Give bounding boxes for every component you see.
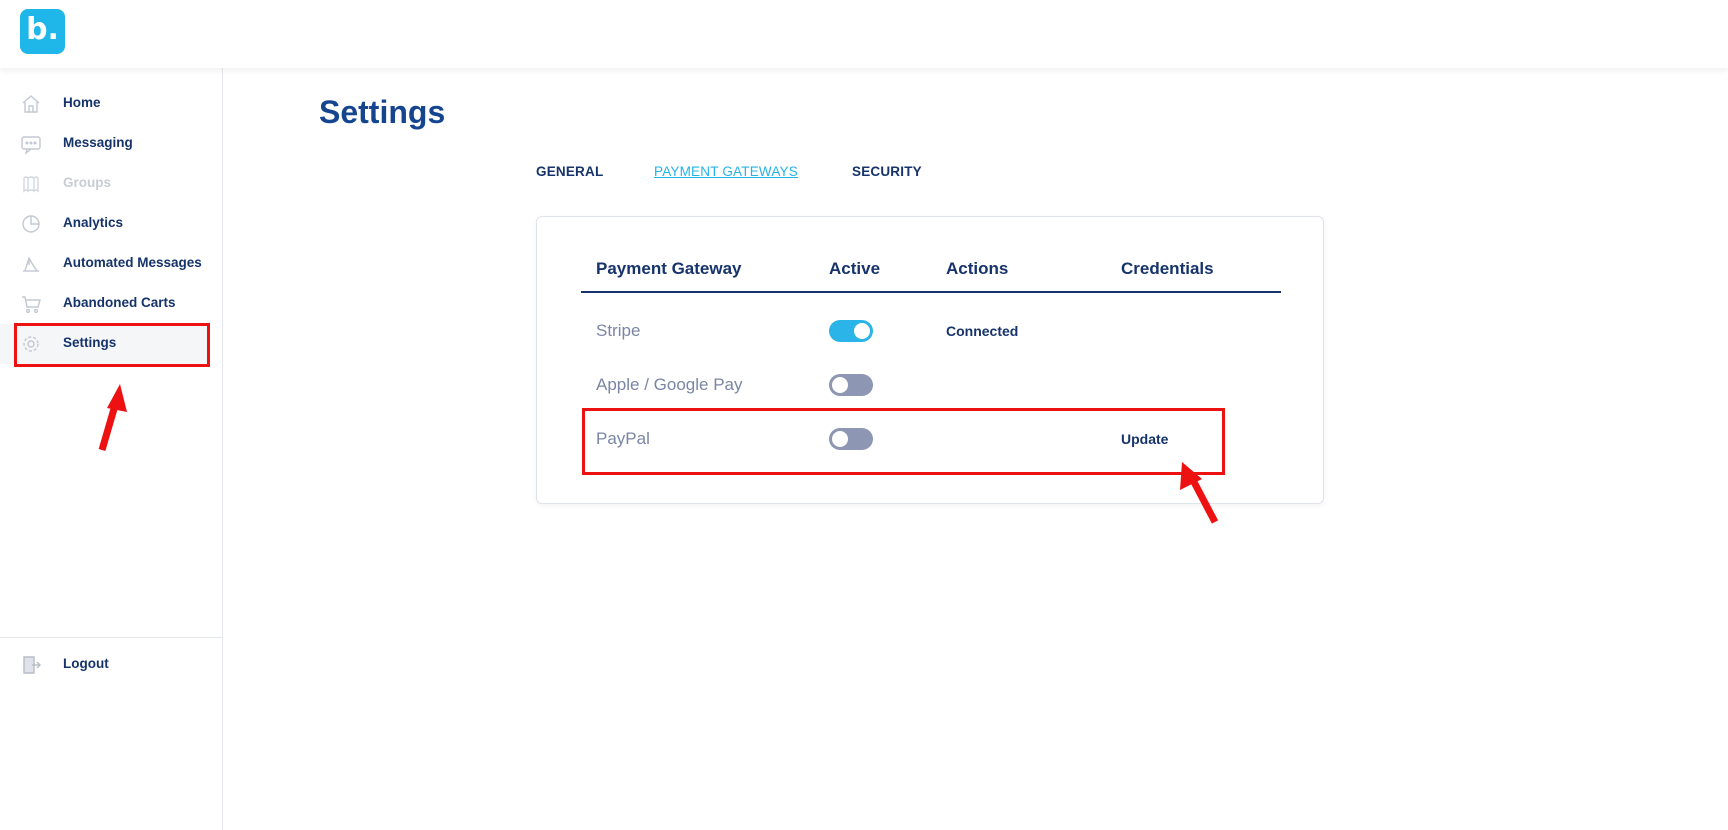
gateway-name-stripe: Stripe [596,321,641,340]
column-header-active: Active [829,259,881,278]
sidebar-item-messaging[interactable]: Messaging [0,124,210,164]
sidebar-item-label: Abandoned Carts [63,295,176,310]
sidebar-item-abandoned-carts[interactable]: Abandoned Carts [0,284,210,324]
header-divider [581,291,1281,293]
toggle-knob [832,377,848,393]
sidebar-item-home[interactable]: Home [0,84,210,124]
logout-button[interactable]: Logout [0,645,210,685]
sidebar-item-automated-messages[interactable]: Automated Messages [0,244,210,284]
sidebar-item-groups[interactable]: Groups [0,164,210,204]
automation-icon [23,256,39,272]
top-bar: b. [0,0,1728,68]
tab-general[interactable]: GENERAL [536,164,603,179]
app-logo[interactable]: b. [20,9,65,54]
cart-icon [22,296,41,314]
sidebar-item-label: Analytics [63,215,124,230]
gateway-name-apple-google-pay: Apple / Google Pay [596,375,743,394]
sidebar-item-label: Automated Messages [63,255,202,270]
tab-security[interactable]: SECURITY [852,164,922,179]
settings-highlight-box [14,323,210,367]
stripe-active-toggle[interactable] [829,320,873,342]
pie-chart-icon [22,215,40,233]
stripe-status-connected: Connected [946,323,1019,339]
sidebar-item-label: Home [63,95,101,110]
toggle-knob [854,323,870,339]
apple-google-pay-active-toggle[interactable] [829,374,873,396]
message-icon [21,136,41,155]
logout-icon [23,656,41,674]
logout-label: Logout [63,656,109,671]
paypal-row-highlight-box [582,408,1225,475]
sidebar-item-label: Groups [63,175,112,190]
page-title: Settings [319,94,446,130]
sidebar-divider [0,637,222,638]
sidebar-item-label: Messaging [63,135,133,150]
sidebar-item-analytics[interactable]: Analytics [0,204,210,244]
arrow-to-update-icon [1180,462,1219,524]
arrow-to-settings-icon [98,384,127,451]
tab-payment-gateways[interactable]: PAYMENT GATEWAYS [654,164,798,179]
column-header-credentials: Credentials [1121,259,1214,278]
home-icon [22,95,40,113]
groups-icon [23,176,39,193]
column-header-actions: Actions [946,259,1009,278]
column-header-payment-gateway: Payment Gateway [596,259,742,278]
